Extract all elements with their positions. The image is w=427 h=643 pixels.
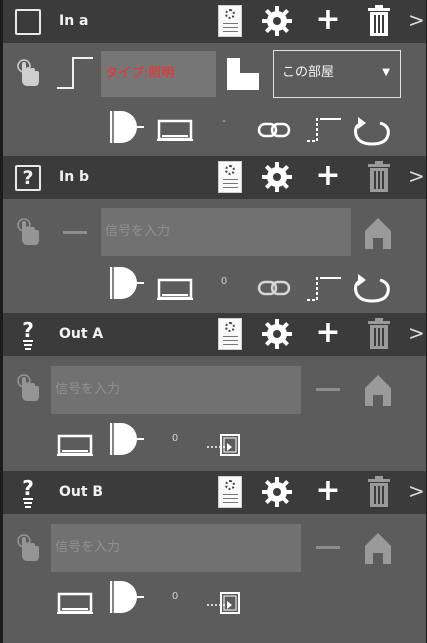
device-box-icon[interactable] [57,432,93,458]
input-arrow-box-icon[interactable] [205,591,241,615]
delay-step-icon[interactable] [305,115,343,143]
plus-icon[interactable]: + [315,476,341,508]
touch-hand-icon[interactable] [16,58,42,88]
bottom-value: 0 [171,591,179,602]
touch-hand-icon[interactable] [16,373,42,403]
chain-link-icon[interactable] [257,121,291,139]
svg-text:?: ? [22,319,34,342]
block-header-out-a: ? Out A + > [3,313,426,356]
scope-select-value: この部屋 [282,65,335,80]
document-settings-icon[interactable] [218,161,242,193]
loop-arrow-icon[interactable] [352,113,392,147]
minus-icon[interactable] [316,388,340,391]
plus-icon[interactable]: + [315,161,341,193]
chevron-down-icon: ▼ [382,67,390,78]
chevron-right-icon[interactable]: > [408,161,425,193]
device-box-icon[interactable] [157,117,193,143]
signal-input[interactable]: 信号を入力 [101,208,351,256]
and-gate-icon[interactable] [107,108,145,146]
touch-hand-icon[interactable] [16,217,42,247]
trash-icon[interactable] [366,161,392,193]
step-pulse-icon[interactable] [55,55,95,91]
and-gate-icon[interactable] [107,420,145,458]
document-settings-icon[interactable] [218,476,242,508]
question-square-icon[interactable]: ? [15,165,41,191]
document-settings-icon[interactable] [218,318,242,350]
plus-icon[interactable]: + [315,5,341,37]
block-title: Out B [59,484,104,500]
chevron-right-icon[interactable]: > [408,318,425,350]
bottom-value: - [222,116,226,127]
block-title: In b [59,169,90,185]
gear-icon[interactable] [261,161,293,193]
delay-step-icon[interactable] [305,274,343,302]
trash-icon[interactable] [366,5,392,37]
empty-square-icon[interactable] [15,9,41,35]
loop-arrow-icon[interactable] [352,270,392,304]
room-corner-icon[interactable] [224,55,262,93]
gear-icon[interactable] [261,5,293,37]
touch-hand-icon[interactable] [16,533,42,563]
trash-icon[interactable] [366,318,392,350]
lightbulb-question-icon[interactable]: ? [17,319,39,351]
block-title: Out A [59,326,104,342]
bottom-value: 0 [171,433,179,444]
home-icon[interactable] [363,373,393,407]
gear-icon[interactable] [261,318,293,350]
device-box-icon[interactable] [57,590,93,616]
chevron-right-icon[interactable]: > [408,5,425,37]
chevron-right-icon[interactable]: > [408,476,425,508]
scope-select[interactable]: この部屋 ▼ [273,50,401,98]
type-label-field[interactable]: タイプ:照明 [101,51,216,97]
lightbulb-question-icon[interactable]: ? [17,477,39,509]
trash-icon[interactable] [366,476,392,508]
document-settings-icon[interactable] [218,5,242,37]
minus-icon[interactable] [63,231,87,234]
block-header-out-b: ? Out B + > [3,471,426,514]
chain-link-icon[interactable] [257,279,291,297]
gear-icon[interactable] [261,476,293,508]
block-header-in-b: ? In b + > [3,156,426,199]
home-icon[interactable] [363,216,393,250]
device-box-icon[interactable] [157,276,193,302]
and-gate-icon[interactable] [107,264,145,302]
signal-input[interactable]: 信号を入力 [51,366,301,414]
plus-icon[interactable]: + [315,318,341,350]
input-arrow-box-icon[interactable] [205,433,241,457]
and-gate-icon[interactable] [107,578,145,616]
svg-text:?: ? [22,477,34,500]
home-icon[interactable] [363,531,393,565]
block-header-in-a: In a + > [3,0,426,43]
signal-input[interactable]: 信号を入力 [51,524,301,572]
bottom-value: 0 [220,276,228,287]
minus-icon[interactable] [316,546,340,549]
block-title: In a [59,13,89,29]
